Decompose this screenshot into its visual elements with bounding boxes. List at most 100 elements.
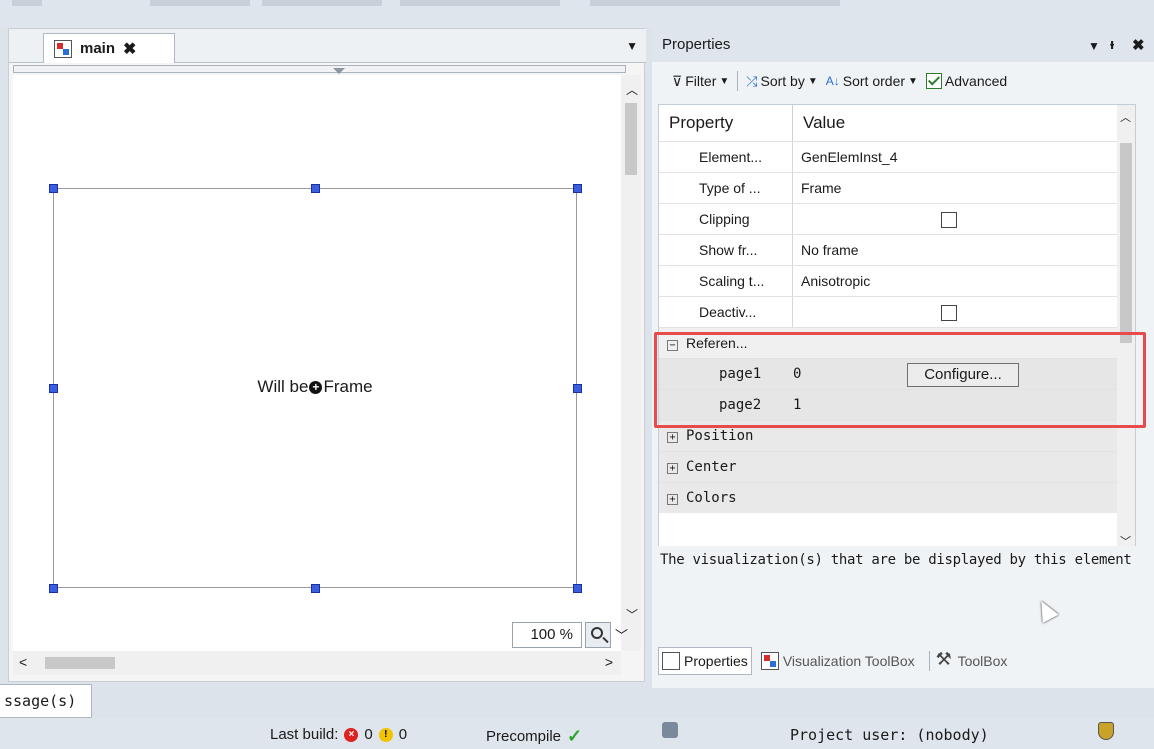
deactivate-checkbox[interactable] — [941, 305, 957, 322]
clipping-checkbox[interactable] — [941, 212, 957, 229]
chevron-down-icon: ▼ — [719, 75, 730, 87]
tab-properties[interactable]: Properties — [658, 647, 752, 675]
scroll-thumb[interactable] — [45, 657, 115, 669]
project-user[interactable]: Project user: (nobody) — [790, 726, 989, 744]
scroll-thumb[interactable] — [1120, 143, 1132, 343]
property-row[interactable]: Element... GenElemInst_4 — [659, 141, 1135, 172]
chevron-down-icon[interactable]: ﹀ — [615, 625, 628, 644]
resize-handle[interactable] — [573, 384, 582, 393]
property-value[interactable]: Frame — [793, 173, 841, 203]
reference-row[interactable]: page1 0 — [659, 358, 1135, 389]
reference-value[interactable]: 1 — [793, 390, 801, 420]
close-icon[interactable]: ✖ — [123, 39, 136, 59]
tab-label: main — [80, 40, 116, 57]
sort-by-icon: ⤮ — [746, 72, 758, 89]
editor-vertical-scrollbar[interactable]: ︿ ﹀ — [621, 75, 641, 651]
warning-count: 0 — [398, 726, 408, 743]
group-row-center[interactable]: + Center — [659, 451, 1135, 482]
tools-icon — [936, 649, 954, 670]
collapse-icon[interactable]: − — [667, 340, 678, 351]
property-row[interactable]: Clipping — [659, 203, 1135, 234]
column-header-value[interactable]: Value — [793, 105, 845, 141]
toolbar-separator — [737, 71, 739, 91]
property-row[interactable]: Type of ... Frame — [659, 172, 1135, 203]
filter-label: Filter — [685, 73, 717, 89]
advanced-toggle[interactable]: Advanced — [925, 73, 1007, 89]
properties-titlebar: Properties ▼ ᵻ ✖ — [652, 28, 1154, 62]
tab-list-dropdown-icon[interactable]: ▼ — [626, 39, 638, 53]
chevron-down-icon: ▼ — [807, 75, 818, 87]
tab-label: Properties — [684, 653, 748, 669]
shield-status[interactable] — [1098, 722, 1114, 740]
panel-menu-icon[interactable]: ▼ — [1088, 39, 1100, 53]
sort-by-button[interactable]: ⤮ Sort by ▼ — [746, 73, 817, 90]
reference-row[interactable]: page2 1 — [659, 389, 1135, 420]
grid-header: Property Value — [659, 105, 1135, 141]
frame-placeholder-text: Will be + Frame — [54, 377, 576, 397]
frame-element[interactable]: Will be + Frame — [53, 188, 577, 588]
editor-horizontal-scrollbar[interactable]: < > — [13, 651, 621, 675]
reference-name: page1 — [719, 366, 762, 382]
scroll-up-icon[interactable]: ︿ — [1120, 109, 1131, 125]
reference-value[interactable]: 0 — [793, 359, 801, 389]
scroll-left-icon[interactable]: < — [19, 654, 27, 670]
scroll-right-icon[interactable]: > — [605, 654, 613, 670]
property-value[interactable]: No frame — [793, 235, 859, 265]
device-icon — [662, 722, 678, 738]
sort-order-label: Sort order — [842, 73, 906, 89]
device-status[interactable] — [662, 722, 678, 738]
resize-handle[interactable] — [49, 184, 58, 193]
references-group-row[interactable]: − Referen... — [659, 327, 1135, 358]
expand-icon[interactable]: + — [667, 463, 678, 474]
configure-button[interactable]: Configure... — [907, 363, 1019, 387]
panel-title: Properties — [662, 36, 731, 53]
scroll-up-icon[interactable]: ︿ — [626, 81, 638, 98]
sort-order-button[interactable]: A↓ Sort order ▼ — [826, 73, 918, 89]
group-row-colors[interactable]: + Colors — [659, 482, 1135, 513]
ruler-marker-icon[interactable] — [333, 68, 345, 74]
filter-button[interactable]: ⊽ Filter ▼ — [672, 73, 729, 90]
grid-vertical-scrollbar[interactable]: ︿ ﹀ — [1117, 105, 1135, 555]
property-row[interactable]: Scaling t... Anisotropic — [659, 265, 1135, 296]
expand-icon[interactable]: + — [667, 494, 678, 505]
property-row[interactable]: Show fr... No frame — [659, 234, 1135, 265]
resize-handle[interactable] — [311, 584, 320, 593]
close-icon[interactable]: ✖ — [1132, 36, 1145, 54]
tab-toolbox[interactable]: ToolBox — [924, 647, 1011, 675]
build-status[interactable]: Last build: × 0 ! 0 — [270, 726, 407, 743]
magnifier-icon — [591, 627, 603, 639]
property-value[interactable]: GenElemInst_4 — [793, 142, 898, 172]
zoom-level-field[interactable]: 100 % — [512, 622, 582, 648]
design-canvas[interactable]: Will be + Frame — [13, 75, 621, 651]
column-header-property[interactable]: Property — [659, 105, 793, 141]
shield-icon — [1098, 722, 1114, 740]
property-name: Deactiv... — [659, 297, 793, 327]
property-value[interactable]: Anisotropic — [793, 266, 870, 296]
ruler — [13, 65, 626, 73]
pin-icon[interactable]: ᵻ — [1110, 36, 1114, 53]
group-row-position[interactable]: + Position — [659, 420, 1135, 451]
tab-visualization-toolbox[interactable]: Visualization ToolBox — [758, 648, 918, 674]
tab-main[interactable]: main ✖ — [43, 33, 175, 63]
panel-bottom-tabs: Properties Visualization ToolBox ToolBox — [652, 642, 1154, 680]
property-row[interactable]: Deactiv... — [659, 296, 1135, 327]
resize-handle[interactable] — [573, 584, 582, 593]
scroll-thumb[interactable] — [625, 103, 637, 175]
expand-icon[interactable]: + — [667, 432, 678, 443]
resize-handle[interactable] — [49, 584, 58, 593]
property-name: Type of ... — [659, 173, 793, 203]
resize-handle[interactable] — [311, 184, 320, 193]
checkbox-checked-icon[interactable] — [925, 73, 942, 89]
zoom-button[interactable] — [585, 622, 611, 648]
resize-handle[interactable] — [49, 384, 58, 393]
resize-handle[interactable] — [573, 184, 582, 193]
chevron-down-icon[interactable]: ﹀ — [626, 606, 638, 623]
checkmark-icon: ✓ — [567, 726, 583, 746]
precompile-status[interactable]: Precompile ✓ — [486, 726, 582, 747]
property-description: The visualization(s) that are be display… — [658, 546, 1148, 634]
property-name: Element... — [659, 142, 793, 172]
messages-tab[interactable]: ssage(s) — [0, 684, 92, 718]
properties-icon — [662, 652, 680, 670]
property-grid: Property Value Element... GenElemInst_4 … — [658, 104, 1136, 556]
property-name: Referen... — [686, 335, 748, 351]
